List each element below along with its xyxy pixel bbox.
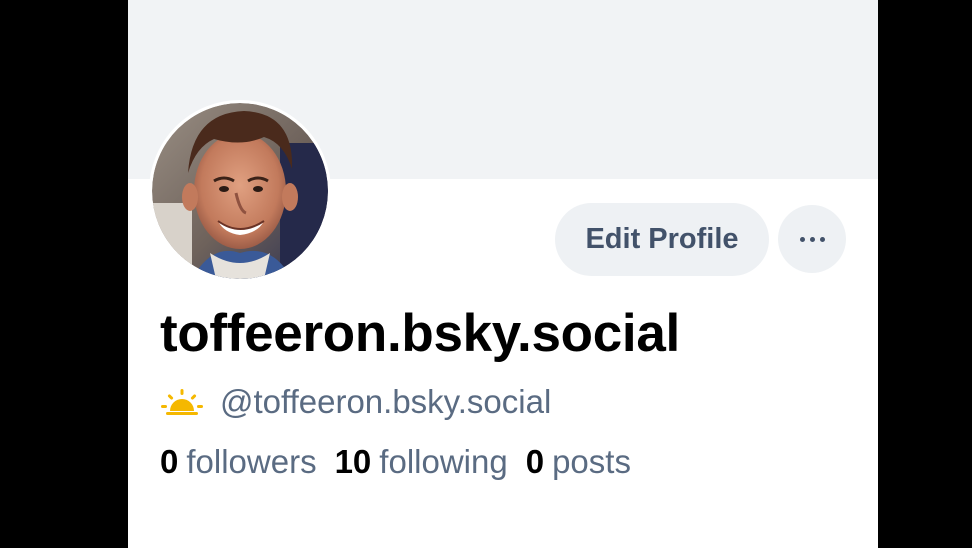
following-count: 10 [334, 443, 372, 480]
posts-count: 0 [525, 443, 545, 480]
followers-stat[interactable]: 0 followers [160, 443, 317, 481]
followers-label: followers [186, 443, 317, 480]
display-name: toffeeron.bsky.social [160, 304, 680, 363]
avatar-image [152, 103, 328, 279]
sunrise-icon [161, 389, 203, 415]
more-horizontal-icon [797, 236, 827, 242]
posts-stat: 0 posts [526, 443, 631, 481]
following-label: following [379, 443, 508, 480]
posts-label: posts [552, 443, 631, 480]
handle-row: @toffeeron.bsky.social [160, 380, 551, 424]
avatar[interactable] [149, 100, 331, 282]
profile-stats: 0 followers 10 following 0 posts [160, 443, 649, 481]
profile-card: Edit Profile toffeeron.bsky.social @toff… [128, 0, 878, 548]
edit-profile-button[interactable]: Edit Profile [555, 203, 769, 276]
followers-count: 0 [160, 443, 179, 480]
more-options-button[interactable] [778, 205, 846, 273]
following-stat[interactable]: 10 following [335, 443, 508, 481]
profile-handle: @toffeeron.bsky.social [220, 383, 552, 420]
